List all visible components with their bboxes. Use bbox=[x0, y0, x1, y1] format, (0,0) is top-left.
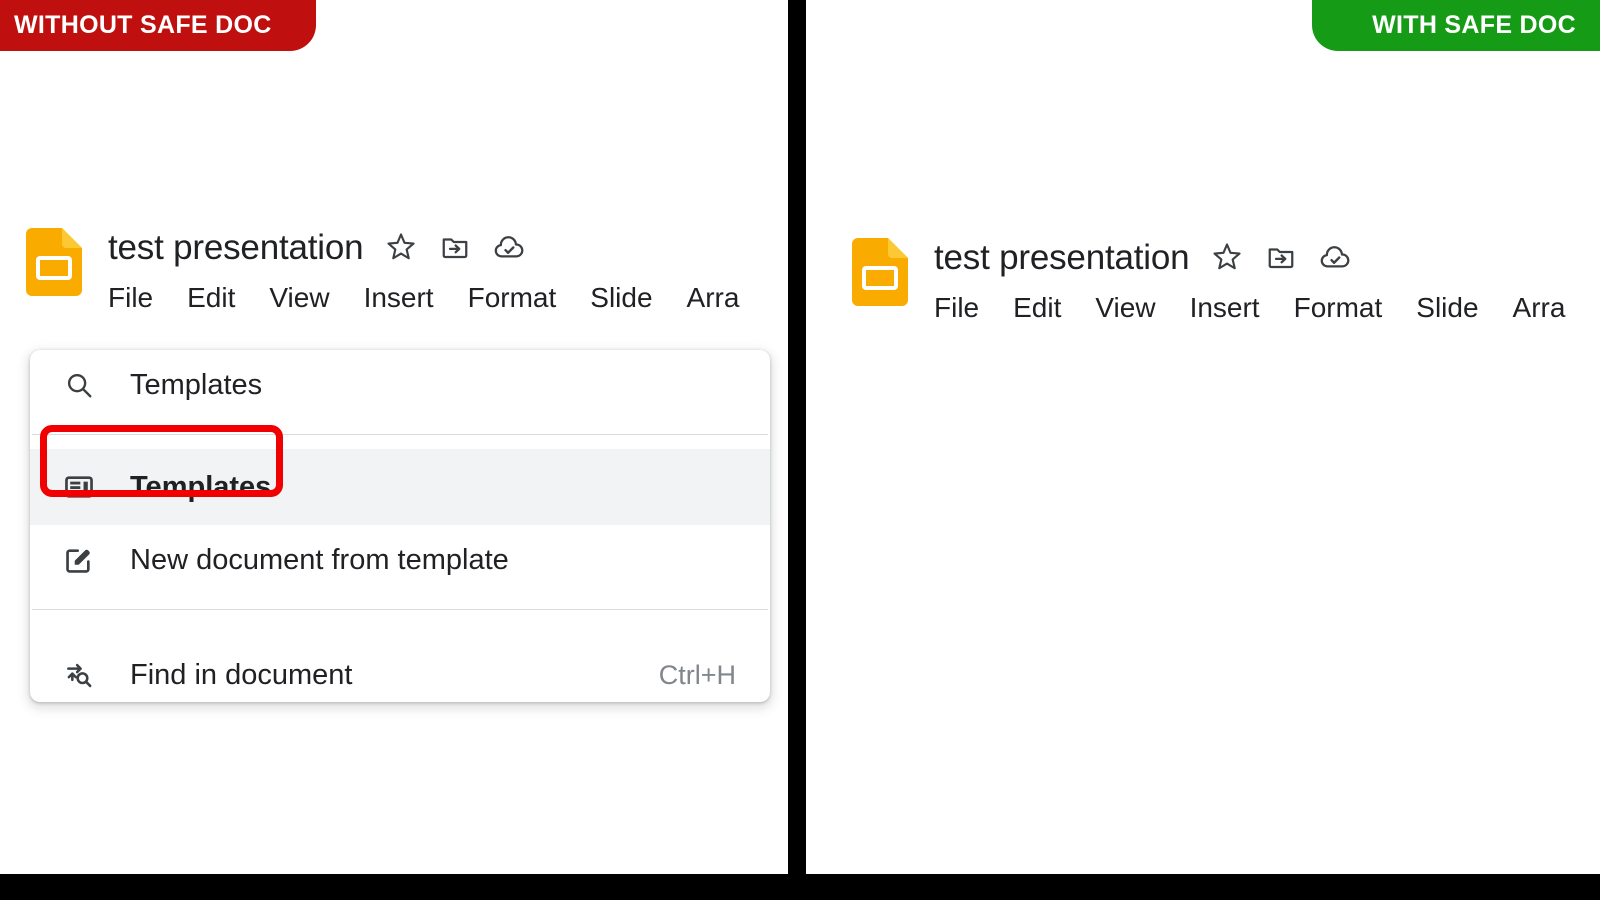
menu-arrange[interactable]: Arra bbox=[687, 284, 757, 312]
menu-slide[interactable]: Slide bbox=[590, 284, 669, 312]
title-bar-right: test presentation File Edit View Insert … bbox=[826, 232, 1600, 338]
move-to-folder-icon[interactable] bbox=[439, 231, 471, 263]
star-icon[interactable] bbox=[1211, 241, 1243, 273]
menu-format[interactable]: Format bbox=[468, 284, 574, 312]
badge-with-label: WITH SAFE DOC bbox=[1372, 11, 1576, 39]
cloud-done-icon[interactable] bbox=[493, 231, 525, 263]
article-template-icon bbox=[62, 470, 96, 504]
menu-file[interactable]: File bbox=[934, 294, 996, 322]
panel-without-safe-doc: test presentation File Edit View Insert … bbox=[0, 0, 788, 874]
menu-file[interactable]: File bbox=[108, 284, 170, 312]
menu-edit[interactable]: Edit bbox=[187, 284, 252, 312]
menu-item-new-doc-label-left: New document from template bbox=[130, 543, 509, 576]
document-title[interactable]: test presentation bbox=[108, 230, 364, 265]
document-title[interactable]: test presentation bbox=[934, 240, 1190, 275]
badge-without-safe-doc: WITHOUT SAFE DOC bbox=[0, 0, 316, 51]
search-icon bbox=[62, 368, 96, 402]
title-and-menu-left: test presentation File Edit View Insert … bbox=[108, 222, 773, 322]
menu-separator-top-left bbox=[32, 434, 768, 435]
star-icon[interactable] bbox=[385, 231, 417, 263]
cloud-done-icon[interactable] bbox=[1319, 241, 1351, 273]
menu-item-templates-label-left: Templates bbox=[130, 470, 272, 503]
panel-with-safe-doc: test presentation File Edit View Insert … bbox=[806, 0, 1600, 874]
menu-slide[interactable]: Slide bbox=[1416, 294, 1495, 322]
menu-search-label-left: Templates bbox=[130, 368, 263, 401]
menu-search-row-left[interactable]: Templates bbox=[30, 350, 770, 420]
menu-edit[interactable]: Edit bbox=[1013, 294, 1078, 322]
badge-with-safe-doc: WITH SAFE DOC bbox=[1312, 0, 1600, 51]
comparison-stage: test presentation File Edit View Insert … bbox=[0, 0, 1600, 900]
title-row-right: test presentation bbox=[934, 232, 1599, 282]
menu-item-find-shortcut-left: Ctrl+H bbox=[658, 659, 736, 690]
slides-app-right: test presentation File Edit View Insert … bbox=[826, 232, 1600, 338]
menu-bar-left: File Edit View Insert Format Slide Arra bbox=[108, 274, 773, 322]
find-replace-icon bbox=[62, 658, 96, 692]
title-bar-left: test presentation File Edit View Insert … bbox=[0, 222, 788, 328]
google-slides-icon bbox=[26, 228, 82, 296]
menu-item-find-in-document-left[interactable]: Find in document Ctrl+H bbox=[30, 640, 770, 702]
menu-insert[interactable]: Insert bbox=[1190, 294, 1277, 322]
menu-spacer-left bbox=[30, 624, 770, 640]
slides-app-left: test presentation File Edit View Insert … bbox=[0, 222, 788, 328]
title-row-left: test presentation bbox=[108, 222, 773, 272]
badge-without-label: WITHOUT SAFE DOC bbox=[14, 11, 272, 39]
menu-arrange[interactable]: Arra bbox=[1513, 294, 1583, 322]
menu-view[interactable]: View bbox=[1095, 294, 1172, 322]
move-to-folder-icon[interactable] bbox=[1265, 241, 1297, 273]
insert-menu-dropdown-left: Templates Templates New document from te… bbox=[30, 350, 770, 702]
menu-insert[interactable]: Insert bbox=[364, 284, 451, 312]
menu-format[interactable]: Format bbox=[1294, 294, 1400, 322]
menu-bar-right: File Edit View Insert Format Slide Arra bbox=[934, 284, 1599, 332]
google-slides-icon bbox=[852, 238, 908, 306]
edit-square-icon bbox=[62, 543, 96, 577]
menu-item-find-label-left: Find in document bbox=[130, 658, 353, 691]
menu-view[interactable]: View bbox=[269, 284, 346, 312]
menu-item-new-doc-from-template-left[interactable]: New document from template bbox=[30, 525, 770, 595]
menu-item-templates-left[interactable]: Templates bbox=[30, 449, 770, 525]
title-and-menu-right: test presentation File Edit View Insert … bbox=[934, 232, 1599, 332]
menu-separator-bottom-left bbox=[32, 609, 768, 610]
